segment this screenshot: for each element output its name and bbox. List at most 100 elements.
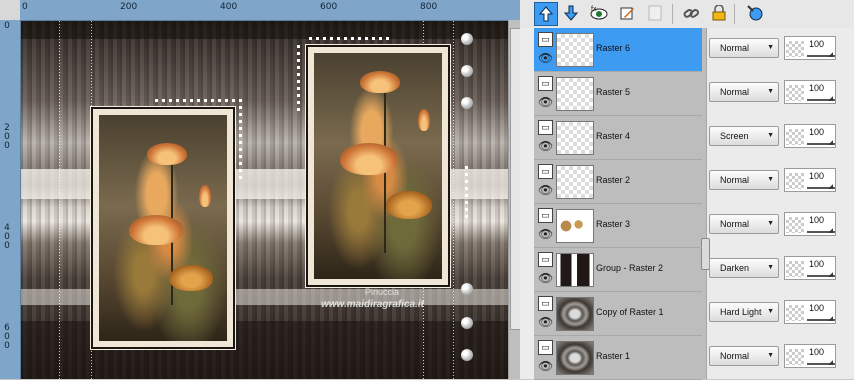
chevron-down-icon: ▼	[767, 176, 774, 183]
opacity-preview	[786, 41, 804, 57]
blend-mode-dropdown[interactable]: Hard Light ▼	[709, 302, 779, 322]
white-dotted-line	[155, 99, 235, 102]
opacity-value: 100	[809, 127, 825, 137]
layer-properties-row: Screen ▼ 100 ◢	[706, 116, 854, 159]
toggle-visibility-icon[interactable]: fx	[588, 2, 610, 24]
edit-layer-icon[interactable]	[616, 2, 638, 24]
canvas-area[interactable]: 0 200 400 600 800 0 2 0 0 4 0 0 6 0 0 Pi…	[0, 0, 521, 379]
layer-type-icon[interactable]: ▭	[538, 120, 553, 135]
blend-mode-label: Hard Light	[720, 307, 762, 317]
eye-icon[interactable]: 👁	[538, 140, 553, 152]
white-dotted-line	[465, 166, 468, 221]
layer-thumbnail[interactable]	[556, 209, 594, 243]
layer-thumbnail[interactable]	[556, 253, 594, 287]
opacity-field[interactable]: 100 ◢	[784, 36, 836, 60]
chevron-down-icon: ▼	[767, 352, 774, 359]
layer-properties-row: Darken ▼ 100 ◢	[706, 248, 854, 291]
lotus-flower	[340, 143, 398, 175]
layer-row[interactable]: ▭ 👁 Raster 5	[534, 72, 702, 116]
mask-icon[interactable]	[644, 2, 666, 24]
lock-icon[interactable]	[708, 2, 730, 24]
layer-name[interactable]: Raster 2	[596, 175, 630, 185]
layer-row[interactable]: ▭ 👁 Raster 1	[534, 336, 702, 380]
properties-icon[interactable]	[744, 2, 766, 24]
ruler-v-label: 0	[4, 241, 10, 251]
eye-icon[interactable]: 👁	[538, 272, 553, 284]
blend-mode-label: Screen	[720, 131, 749, 141]
opacity-field[interactable]: 100 ◢	[784, 168, 836, 192]
opacity-field[interactable]: 100 ◢	[784, 344, 836, 368]
toolbar-separator	[672, 4, 673, 24]
resize-corner-icon: ◢	[828, 52, 833, 58]
layer-name[interactable]: Raster 5	[596, 87, 630, 97]
chevron-down-icon: ▼	[767, 264, 774, 271]
ruler-v-label: 0	[4, 141, 10, 151]
layer-properties-row: Normal ▼ 100 ◢	[706, 72, 854, 115]
eye-icon[interactable]: 👁	[538, 184, 553, 196]
eye-icon[interactable]: 👁	[538, 316, 553, 328]
layer-type-icon[interactable]: ▭	[538, 340, 553, 355]
opacity-value: 100	[809, 215, 825, 225]
layer-row[interactable]: ▭ 👁 Raster 3	[534, 204, 702, 248]
eye-icon[interactable]: 👁	[538, 228, 553, 240]
blend-mode-dropdown[interactable]: Normal ▼	[709, 82, 779, 102]
ruler-h-label: 600	[320, 2, 338, 12]
opacity-value: 100	[809, 259, 825, 269]
watermark: www.maidiragrafica.it	[321, 299, 424, 310]
canvas-image[interactable]: Pinuccia www.maidiragrafica.it	[21, 21, 508, 379]
white-dotted-line	[297, 45, 300, 115]
layer-properties-row: Hard Light ▼ 100 ◢	[706, 292, 854, 335]
layer-type-icon[interactable]: ▭	[538, 164, 553, 179]
layer-row[interactable]: ▭ 👁 Group - Raster 2	[534, 248, 702, 292]
blend-mode-dropdown[interactable]: Darken ▼	[709, 258, 779, 278]
layer-type-icon[interactable]: ▭	[538, 208, 553, 223]
ruler-v-label: 0	[4, 341, 10, 351]
layer-row[interactable]: ▭ 👁 Raster 6	[534, 28, 702, 72]
layer-properties-row: Normal ▼ 100 ◢	[706, 160, 854, 203]
layer-type-icon[interactable]: ▭	[538, 296, 553, 311]
opacity-field[interactable]: 100 ◢	[784, 80, 836, 104]
layer-name[interactable]: Raster 6	[596, 43, 630, 53]
move-layer-down-icon[interactable]	[560, 2, 582, 24]
eye-icon[interactable]: 👁	[538, 52, 553, 64]
layer-thumbnail[interactable]	[556, 165, 594, 199]
layer-thumbnail[interactable]	[556, 297, 594, 331]
layer-type-icon[interactable]: ▭	[538, 32, 553, 47]
layer-row[interactable]: ▭ 👁 Copy of Raster 1	[534, 292, 702, 336]
toolbar-separator	[734, 4, 735, 24]
blend-mode-dropdown[interactable]: Normal ▼	[709, 214, 779, 234]
blend-mode-label: Normal	[720, 219, 750, 229]
pearl-bead	[461, 349, 473, 361]
horizontal-ruler: 0 200 400 600 800	[20, 0, 520, 21]
opacity-field[interactable]: 100 ◢	[784, 124, 836, 148]
blend-mode-label: Normal	[720, 87, 750, 97]
layer-name[interactable]: Raster 3	[596, 219, 630, 229]
layer-name[interactable]: Raster 1	[596, 351, 630, 361]
layer-name[interactable]: Raster 4	[596, 131, 630, 141]
layer-row[interactable]: ▭ 👁 Raster 4	[534, 116, 702, 160]
pearl-bead	[461, 65, 473, 77]
opacity-field[interactable]: 100 ◢	[784, 300, 836, 324]
layer-type-icon[interactable]: ▭	[538, 76, 553, 91]
blend-mode-dropdown[interactable]: Normal ▼	[709, 346, 779, 366]
blend-mode-dropdown[interactable]: Normal ▼	[709, 170, 779, 190]
blend-mode-dropdown[interactable]: Normal ▼	[709, 38, 779, 58]
layer-thumbnail[interactable]	[556, 341, 594, 375]
eye-icon[interactable]: 👁	[538, 96, 553, 108]
link-icon[interactable]	[680, 2, 702, 24]
vertical-ruler: 0 2 0 0 4 0 0 6 0 0	[0, 20, 21, 379]
layer-thumbnail[interactable]	[556, 33, 594, 67]
opacity-field[interactable]: 100 ◢	[784, 256, 836, 280]
layer-row[interactable]: ▭ 👁 Raster 2	[534, 160, 702, 204]
layer-name[interactable]: Copy of Raster 1	[596, 307, 664, 317]
move-layer-up-icon[interactable]	[534, 2, 558, 26]
opacity-field[interactable]: 100 ◢	[784, 212, 836, 236]
layer-type-icon[interactable]: ▭	[538, 252, 553, 267]
blend-mode-dropdown[interactable]: Screen ▼	[709, 126, 779, 146]
layer-thumbnail[interactable]	[556, 121, 594, 155]
chevron-down-icon: ▼	[767, 308, 774, 315]
layer-name[interactable]: Group - Raster 2	[596, 263, 663, 273]
layers-left-strip	[520, 28, 535, 379]
eye-icon[interactable]: 👁	[538, 360, 553, 372]
layer-thumbnail[interactable]	[556, 77, 594, 111]
